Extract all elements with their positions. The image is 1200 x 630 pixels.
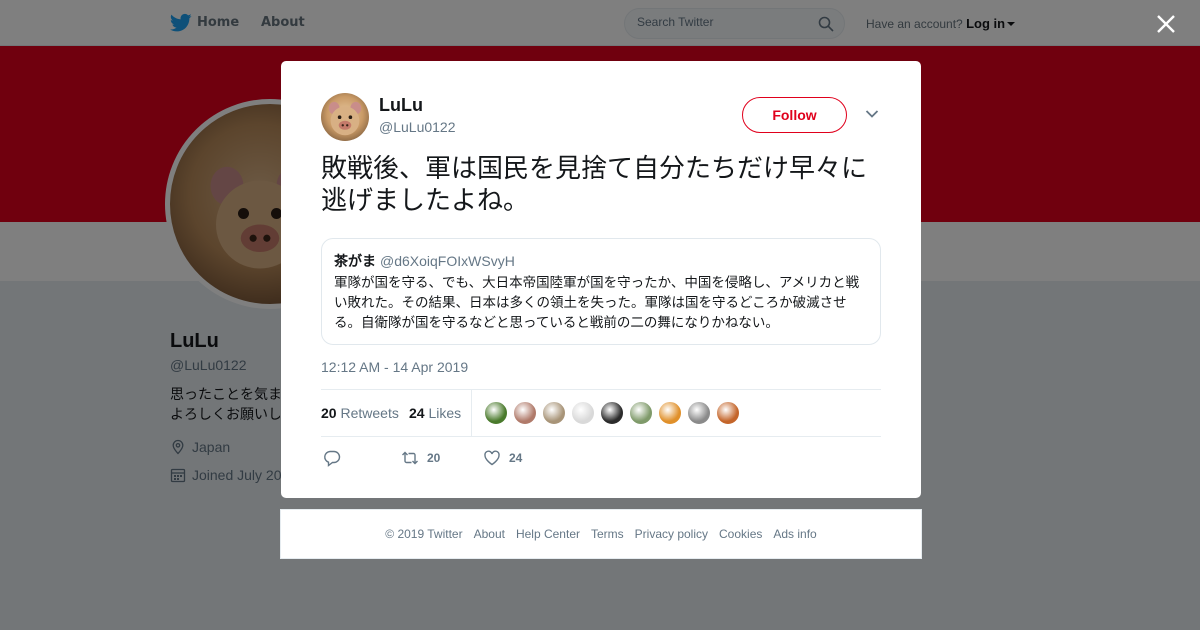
liker-avatar[interactable] bbox=[600, 401, 624, 425]
liker-avatar[interactable] bbox=[513, 401, 537, 425]
retweets-label: Retweets bbox=[340, 405, 399, 421]
footer: © 2019 Twitter About Help Center Terms P… bbox=[280, 509, 922, 559]
author-handle[interactable]: @LuLu0122 bbox=[379, 119, 456, 135]
quoted-tweet[interactable]: 茶がま @d6XoiqFOIxWSvyH 軍隊が国を守る、でも、大日本帝国陸軍が国… bbox=[321, 238, 881, 345]
liker-avatar[interactable] bbox=[687, 401, 711, 425]
retweet-action-count: 20 bbox=[427, 451, 441, 465]
chevron-down-icon[interactable] bbox=[865, 109, 879, 119]
reply-button[interactable] bbox=[323, 449, 341, 467]
quoted-tweet-header: 茶がま @d6XoiqFOIxWSvyH bbox=[334, 251, 515, 271]
tweet-stats: 20 Retweets 24 Likes bbox=[321, 389, 881, 437]
footer-cookies-link[interactable]: Cookies bbox=[719, 527, 762, 541]
author-name[interactable]: LuLu bbox=[379, 95, 423, 116]
footer-privacy-link[interactable]: Privacy policy bbox=[635, 527, 708, 541]
quoted-author-name: 茶がま bbox=[334, 254, 376, 270]
quoted-author-handle: @d6XoiqFOIxWSvyH bbox=[380, 253, 515, 269]
liker-avatars bbox=[484, 401, 740, 425]
reply-icon bbox=[324, 450, 341, 467]
heart-icon bbox=[484, 450, 500, 466]
quoted-tweet-text: 軍隊が国を守る、でも、大日本帝国陸軍が国を守ったか、中国を侵略し、アメリカと戦い… bbox=[334, 275, 860, 331]
footer-terms-link[interactable]: Terms bbox=[591, 527, 624, 541]
tweet-actions: 20 24 bbox=[321, 449, 881, 469]
liker-avatar[interactable] bbox=[542, 401, 566, 425]
footer-help-link[interactable]: Help Center bbox=[516, 527, 580, 541]
stats-divider bbox=[471, 390, 472, 436]
footer-about-link[interactable]: About bbox=[474, 527, 505, 541]
tweet-timestamp[interactable]: 12:12 AM - 14 Apr 2019 bbox=[321, 359, 468, 375]
liker-avatar[interactable] bbox=[571, 401, 595, 425]
retweets-count: 20 bbox=[321, 405, 337, 421]
liker-avatar[interactable] bbox=[629, 401, 653, 425]
pig-avatar-icon bbox=[328, 101, 362, 136]
like-button[interactable]: 24 bbox=[483, 449, 522, 467]
retweet-button[interactable]: 20 bbox=[401, 449, 440, 467]
follow-button[interactable]: Follow bbox=[742, 97, 847, 133]
retweets-stat[interactable]: 20 Retweets bbox=[321, 405, 399, 421]
footer-copyright: © 2019 Twitter bbox=[385, 527, 463, 541]
like-action-count: 24 bbox=[509, 451, 523, 465]
likes-stat[interactable]: 24 Likes bbox=[409, 405, 461, 421]
tweet-modal: LuLu @LuLu0122 Follow 敗戦後、軍は国民を見捨て自分たちだけ… bbox=[281, 61, 921, 498]
liker-avatar[interactable] bbox=[716, 401, 740, 425]
retweet-icon bbox=[402, 451, 418, 465]
close-icon[interactable] bbox=[1156, 14, 1176, 34]
likes-count: 24 bbox=[409, 405, 425, 421]
likes-label: Likes bbox=[428, 405, 462, 421]
liker-avatar[interactable] bbox=[658, 401, 682, 425]
liker-avatar[interactable] bbox=[484, 401, 508, 425]
author-avatar[interactable] bbox=[321, 93, 369, 141]
tweet-text: 敗戦後、軍は国民を見捨て自分たちだけ早々に逃げましたよね。 bbox=[321, 154, 868, 216]
footer-ads-link[interactable]: Ads info bbox=[773, 527, 816, 541]
